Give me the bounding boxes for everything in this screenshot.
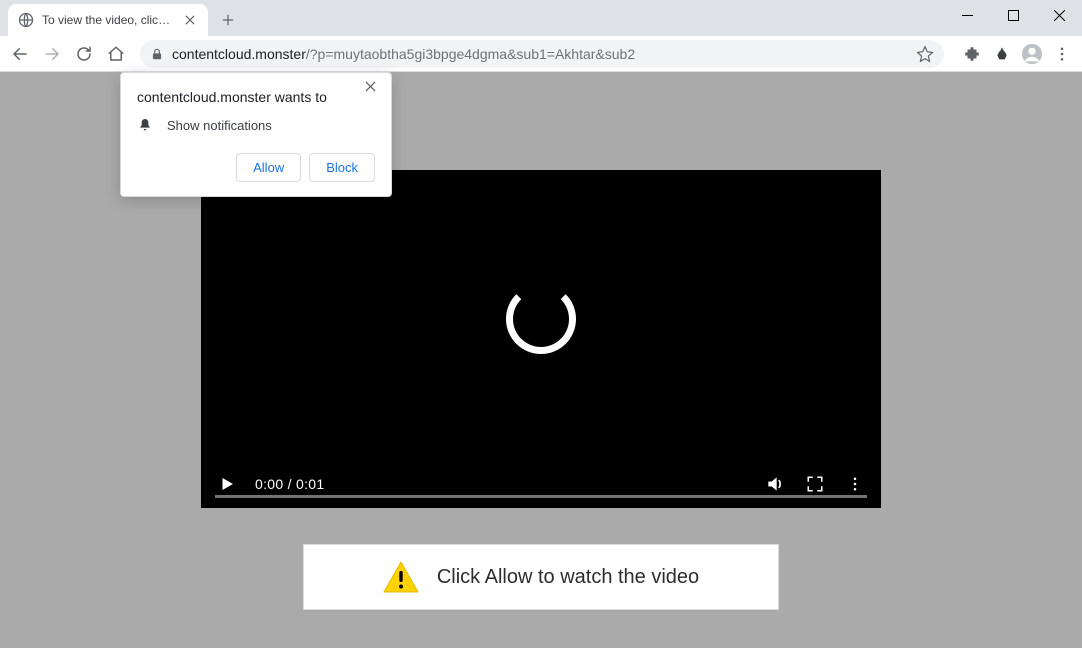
extensions-button[interactable]	[958, 40, 986, 68]
titlebar: To view the video, click the Allow	[0, 0, 1082, 36]
allow-button[interactable]: Allow	[236, 153, 301, 182]
video-progress[interactable]	[215, 495, 867, 498]
url-text: contentcloud.monster/?p=muytaobtha5gi3bp…	[172, 46, 635, 62]
warning-icon	[383, 561, 419, 593]
bell-icon	[137, 117, 153, 133]
profile-button[interactable]	[1018, 40, 1046, 68]
browser-tab[interactable]: To view the video, click the Allow	[8, 4, 208, 36]
banner-text: Click Allow to watch the video	[437, 566, 699, 589]
window-controls	[944, 0, 1082, 30]
new-tab-button[interactable]	[214, 6, 242, 34]
dialog-close-button[interactable]	[365, 81, 381, 97]
forward-button[interactable]	[38, 40, 66, 68]
address-bar[interactable]: contentcloud.monster/?p=muytaobtha5gi3bp…	[140, 40, 944, 68]
tab-close-icon[interactable]	[182, 12, 198, 28]
lock-icon	[150, 47, 164, 61]
page-viewport: 0:00 / 0:01 Click Allow to watch the vid…	[0, 72, 1082, 648]
home-button[interactable]	[102, 40, 130, 68]
permission-label: Show notifications	[167, 118, 272, 133]
toolbar-right	[958, 40, 1076, 68]
kebab-menu-button[interactable]	[1048, 40, 1076, 68]
back-button[interactable]	[6, 40, 34, 68]
video-controls: 0:00 / 0:01	[201, 460, 881, 508]
maximize-button[interactable]	[990, 0, 1036, 30]
allow-banner: Click Allow to watch the video	[303, 544, 779, 610]
block-button[interactable]: Block	[309, 153, 375, 182]
tab-title: To view the video, click the Allow	[42, 13, 174, 27]
loading-spinner-icon	[506, 284, 576, 354]
volume-button[interactable]	[763, 472, 787, 496]
video-time: 0:00 / 0:01	[255, 476, 324, 492]
toolbar: contentcloud.monster/?p=muytaobtha5gi3bp…	[0, 36, 1082, 72]
play-button[interactable]	[215, 472, 239, 496]
bookmark-star-icon[interactable]	[916, 45, 934, 63]
notification-permission-dialog: contentcloud.monster wants to Show notif…	[120, 72, 392, 197]
video-player[interactable]: 0:00 / 0:01	[201, 170, 881, 508]
minimize-button[interactable]	[944, 0, 990, 30]
dialog-origin: contentcloud.monster wants to	[137, 89, 375, 105]
extension-item-icon[interactable]	[988, 40, 1016, 68]
video-kebab-button[interactable]	[843, 472, 867, 496]
fullscreen-button[interactable]	[803, 472, 827, 496]
close-window-button[interactable]	[1036, 0, 1082, 30]
reload-button[interactable]	[70, 40, 98, 68]
globe-icon	[18, 12, 34, 28]
